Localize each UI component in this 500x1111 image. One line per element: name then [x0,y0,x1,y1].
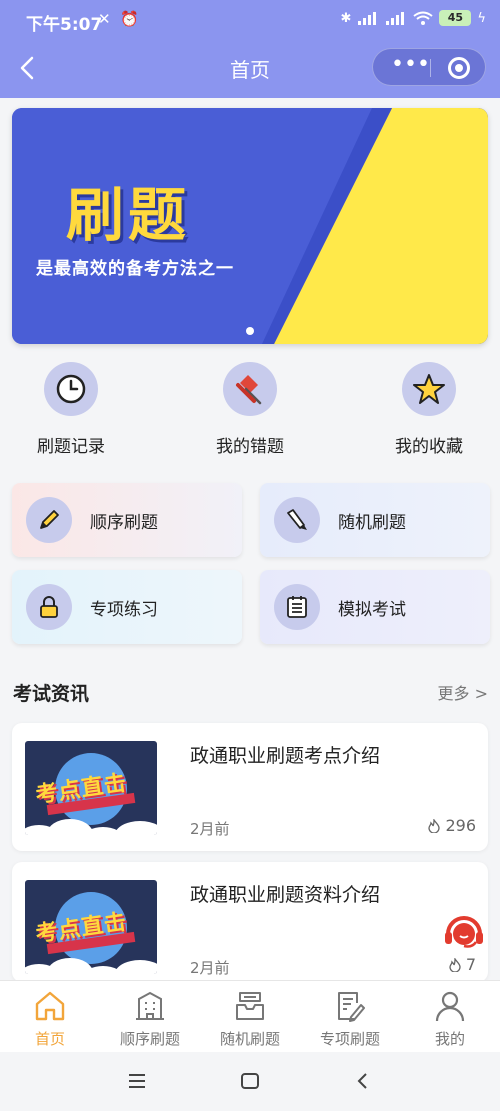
news-views-count: 7 [465,955,476,974]
system-navigation-bar [0,1052,500,1111]
news-thumbnail: 考点直击 [25,880,157,974]
carousel-indicator [246,327,254,335]
tab-special[interactable]: 专项刷题 [300,981,400,1053]
card-label: 专项练习 [90,600,158,620]
news-item[interactable]: 考点直击 政通职业刷题考点介绍 2月前 296 [12,723,488,851]
card-icon-bg [26,497,72,543]
wifi-icon [413,11,434,25]
edit-doc-icon [338,992,365,1022]
pencil-icon [40,510,59,529]
tab-home[interactable]: 首页 [0,981,100,1053]
signal-icon-2 [386,12,405,25]
menu-icon[interactable] [127,1072,147,1090]
news-time: 2月前 [190,959,230,977]
news-views-count: 296 [445,816,476,835]
status-right: ✱ 45 ϟ [341,10,486,26]
star-icon [413,374,445,404]
card-label: 随机刷题 [338,513,406,533]
user-icon [435,991,465,1022]
banner-title: 刷题 [66,181,191,249]
tab-sequential[interactable]: 顺序刷题 [100,981,200,1053]
clock-icon [56,374,86,404]
card-label: 模拟考试 [338,600,406,620]
card-icon-bg [26,584,72,630]
section-title: 考试资讯 [13,683,90,705]
shortcut-label: 刷题记录 [37,437,105,457]
home-square-icon[interactable] [240,1072,260,1090]
card-special-practice[interactable]: 专项练习 [12,570,242,644]
news-title: 政通职业刷题考点介绍 [190,745,381,767]
capsule-divider [430,59,431,77]
card-icon-bg [274,497,320,543]
shortcut-icon-bg [223,362,277,416]
news-views: 296 [428,816,476,835]
bluetooth-icon: ✱ [340,10,352,26]
news-views: 7 [449,955,476,974]
lock-icon [40,596,58,618]
signal-icon [358,12,377,25]
flame-icon [428,818,441,833]
battery-icon: 45 [439,10,472,26]
banner-subtitle: 是最高效的备考方法之一 [36,259,234,279]
tab-label: 随机刷题 [219,1030,280,1048]
tab-profile[interactable]: 我的 [400,981,500,1053]
back-icon[interactable] [353,1072,373,1090]
mute-icon: ✕ [98,10,111,28]
card-sequential-practice[interactable]: 顺序刷题 [12,483,242,557]
record-circle-icon[interactable] [448,57,470,79]
tab-label: 首页 [34,1030,65,1048]
shortcut-history[interactable]: 刷题记录 [16,362,126,457]
card-random-practice[interactable]: 随机刷题 [260,483,490,557]
news-thumbnail: 考点直击 [25,741,157,835]
news-item[interactable]: 考点直击 政通职业刷题资料介绍 2月前 7 [12,862,488,982]
card-icon-bg [274,584,320,630]
shortcut-icon-bg [402,362,456,416]
card-mock-exam[interactable]: 模拟考试 [260,570,490,644]
shortcut-mistakes[interactable]: 我的错题 [195,362,305,457]
shortcut-label: 我的错题 [216,437,284,457]
tab-random[interactable]: 随机刷题 [200,981,300,1053]
news-time: 2月前 [190,820,230,838]
miniapp-capsule: ••• [372,48,486,86]
shortcut-label: 我的收藏 [395,437,463,457]
shortcut-icon-bg [44,362,98,416]
pin-icon [236,375,262,405]
alarm-icon: ⏰ [120,10,139,28]
status-bar: 下午5:07 ✕ ⏰ ✱ 45 ϟ [0,0,500,40]
customer-service-icon[interactable] [440,908,488,956]
status-time: 下午5:07 [26,15,103,35]
building-icon [136,991,164,1020]
inbox-icon [236,992,264,1020]
tab-label: 我的 [434,1030,465,1048]
promo-banner[interactable]: 刷题 是最高效的备考方法之一 [12,108,488,344]
tab-bar: 首页 顺序刷题 随机刷题 专项刷题 我的 [0,980,500,1052]
card-label: 顺序刷题 [90,513,158,533]
news-title: 政通职业刷题资料介绍 [190,884,381,906]
app-header: 下午5:07 ✕ ⏰ ✱ 45 ϟ 首页 ••• [0,0,500,98]
home-icon [35,991,65,1021]
tab-label: 顺序刷题 [119,1030,180,1048]
shortcut-favorites[interactable]: 我的收藏 [374,362,484,457]
list-icon [287,596,307,618]
more-dots-icon[interactable]: ••• [391,54,430,76]
flame-icon [449,957,461,972]
more-link[interactable]: 更多 > [438,680,489,704]
charging-icon: ϟ [477,10,486,26]
tab-label: 专项刷题 [319,1030,380,1048]
brush-icon [287,509,307,530]
